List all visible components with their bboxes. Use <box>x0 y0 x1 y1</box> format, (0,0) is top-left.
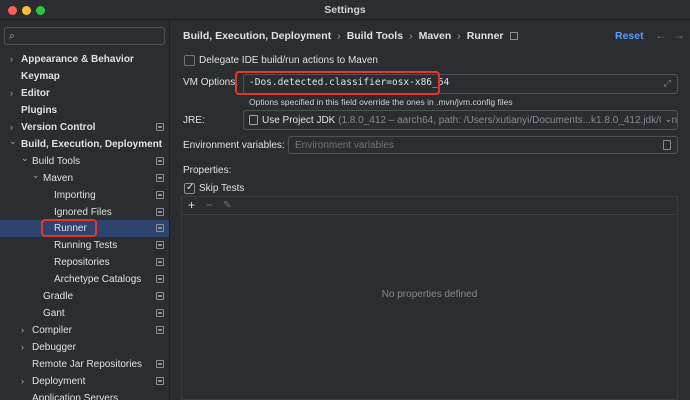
remove-icon[interactable]: − <box>206 198 213 212</box>
edit-icon[interactable]: ✎ <box>223 200 231 211</box>
add-icon[interactable]: + <box>188 198 195 212</box>
sidebar-item-plugins[interactable]: Plugins <box>0 102 169 119</box>
chevron-right-icon: › <box>10 54 13 64</box>
sidebar-item-gradle[interactable]: Gradle <box>0 288 169 305</box>
breadcrumb: Build, Execution, Deployment › Build Tools… <box>183 30 518 42</box>
breadcrumb-item: Build, Execution, Deployment <box>183 30 332 42</box>
jre-label: JRE: <box>183 115 205 126</box>
expand-field-icon[interactable]: ⤢ <box>664 78 671 89</box>
sidebar-item-keymap[interactable]: Keymap <box>0 68 169 85</box>
sidebar-item-maven[interactable]: ⌄ Maven <box>0 170 169 187</box>
chevron-down-icon: ⌄ <box>32 170 40 180</box>
chevron-right-icon: › <box>21 376 24 386</box>
sidebar-item-build-tools[interactable]: ⌄ Build Tools <box>0 153 169 170</box>
properties-table: + − ✎ No properties defined <box>181 196 678 400</box>
skip-tests-label: Skip Tests <box>199 183 245 194</box>
vm-options-hint: Options specified in this field override… <box>249 97 513 107</box>
empty-properties-text: No properties defined <box>381 289 478 300</box>
vm-options-highlight-box <box>235 71 440 95</box>
project-scope-icon <box>156 123 164 131</box>
breadcrumb-item: Maven <box>418 30 452 42</box>
project-scope-icon <box>156 360 164 368</box>
chevron-down-icon: ⌄ <box>21 153 29 163</box>
delegate-maven-label: Delegate IDE build/run actions to Maven <box>199 55 378 66</box>
jre-details: (1.8.0_412 – aarch64, path: /Users/xutia… <box>338 115 678 126</box>
sidebar-item-remote-jar-repositories[interactable]: Remote Jar Repositories <box>0 356 169 373</box>
project-scope-icon <box>156 157 164 165</box>
project-scope-icon <box>156 241 164 249</box>
sidebar-item-running-tests[interactable]: Running Tests <box>0 237 169 254</box>
sidebar-item-deployment[interactable]: › Deployment <box>0 373 169 390</box>
project-scope-icon <box>156 326 164 334</box>
chevron-right-icon: › <box>21 342 24 352</box>
sidebar-item-version-control[interactable]: › Version Control <box>0 119 169 136</box>
sidebar-item-compiler[interactable]: › Compiler <box>0 322 169 339</box>
project-scope-icon <box>156 208 164 216</box>
env-variables-label: Environment variables: <box>183 140 285 151</box>
env-variables-input[interactable]: Environment variables <box>288 136 678 154</box>
project-scope-icon <box>156 224 164 232</box>
settings-search-input[interactable]: ⌕ <box>4 27 165 45</box>
breadcrumb-item: Build Tools <box>346 30 404 42</box>
sidebar-item-editor[interactable]: › Editor <box>0 85 169 102</box>
browse-document-icon[interactable] <box>663 140 671 150</box>
project-scope-icon <box>156 275 164 283</box>
chevron-right-icon: › <box>21 325 24 335</box>
sidebar-item-repositories[interactable]: Repositories <box>0 254 169 271</box>
jre-select[interactable]: Use Project JDK (1.8.0_412 – aarch64, pa… <box>243 110 678 130</box>
reset-button[interactable]: Reset <box>615 30 644 42</box>
jdk-folder-icon <box>249 115 258 125</box>
sidebar-item-archetype-catalogs[interactable]: Archetype Catalogs <box>0 271 169 288</box>
breadcrumb-separator-icon: › <box>457 30 461 42</box>
project-scope-icon <box>509 32 518 41</box>
project-scope-icon <box>156 191 164 199</box>
search-icon: ⌕ <box>9 30 16 42</box>
breadcrumb-item: Runner <box>466 30 504 42</box>
title-bar: Settings <box>0 0 690 20</box>
sidebar-item-application-servers[interactable]: Application Servers <box>0 390 169 400</box>
breadcrumb-separator-icon: › <box>337 30 341 42</box>
env-variables-placeholder: Environment variables <box>295 140 394 151</box>
sidebar-item-debugger[interactable]: › Debugger <box>0 339 169 356</box>
properties-toolbar: + − ✎ <box>182 197 677 215</box>
back-arrow-icon[interactable]: ← <box>655 28 667 42</box>
project-scope-icon <box>156 258 164 266</box>
project-scope-icon <box>156 377 164 385</box>
chevron-right-icon: › <box>10 88 13 98</box>
sidebar-item-gant[interactable]: Gant <box>0 305 169 322</box>
properties-label: Properties: <box>183 165 232 176</box>
forward-arrow-icon[interactable]: → <box>673 28 685 42</box>
project-scope-icon <box>156 292 164 300</box>
skip-tests-checkbox[interactable] <box>184 182 195 194</box>
delegate-maven-checkbox[interactable] <box>184 55 195 66</box>
project-scope-icon <box>156 174 164 182</box>
window-title: Settings <box>324 4 366 16</box>
settings-content: Build, Execution, Deployment › Build Tools… <box>171 20 690 400</box>
project-scope-icon <box>156 309 164 317</box>
jre-selected-value: Use Project JDK <box>262 115 336 126</box>
runner-highlight-box <box>41 219 97 237</box>
sidebar-item-importing[interactable]: Importing <box>0 187 169 204</box>
sidebar-item-appearance-behavior[interactable]: › Appearance & Behavior <box>0 51 169 68</box>
settings-sidebar: ⌕ › Appearance & Behavior Keymap › Edito… <box>0 20 170 400</box>
breadcrumb-separator-icon: › <box>409 30 413 42</box>
chevron-down-icon: ⌄ <box>9 136 17 146</box>
vm-options-label: VM Options <box>183 77 236 88</box>
chevron-down-icon: ⌄ <box>661 114 672 125</box>
